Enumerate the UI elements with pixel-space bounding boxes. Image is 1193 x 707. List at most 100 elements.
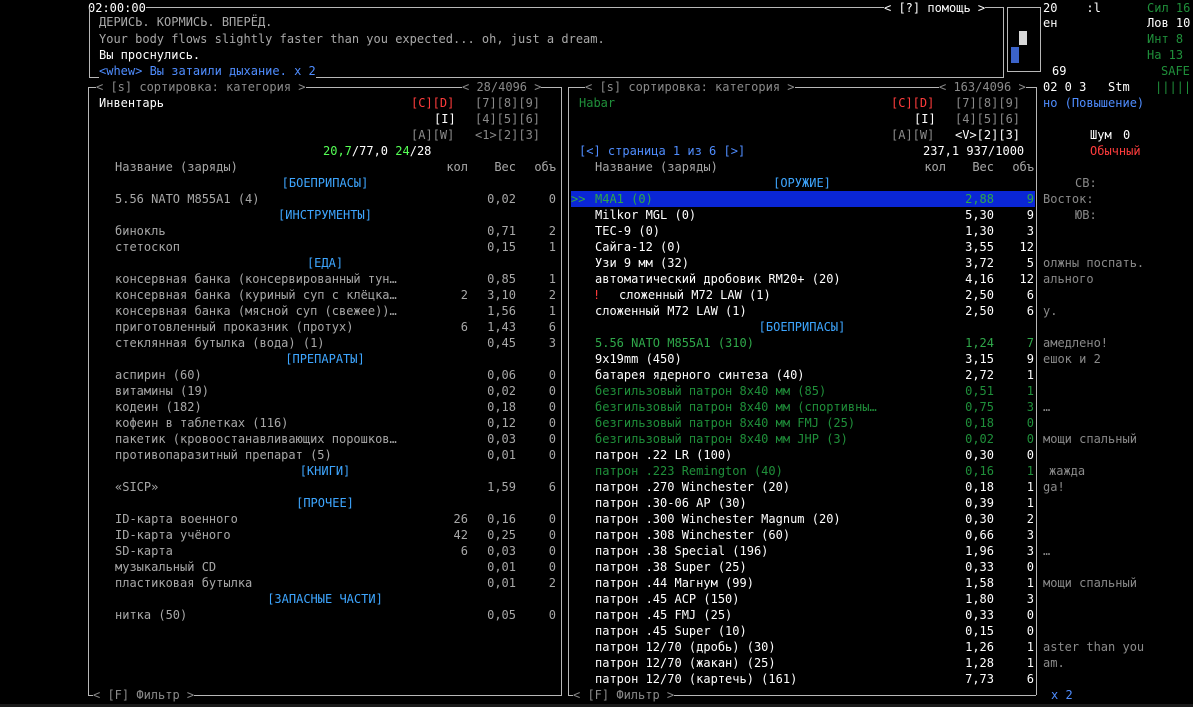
item-name: патрон .300 Winchester Magnum (20) (595, 512, 841, 526)
item-name: SD-карта (115, 544, 173, 558)
item-weight: 0,06 (487, 368, 516, 382)
container-keys[interactable]: [C][D] (411, 95, 454, 111)
item-weight: 1,58 (965, 576, 994, 590)
item-weight: 0,12 (487, 416, 516, 430)
item-name: безгильзовый патрон 8x40 мм JHP (3) (595, 432, 848, 446)
log-fragment: амедлено! (1043, 336, 1109, 350)
direction-keys-top[interactable]: [7][8][9] (475, 95, 540, 111)
scroll-thumb[interactable] (1019, 31, 1027, 45)
inventory-key[interactable]: [I] (434, 111, 456, 127)
item-volume: 7 (1026, 336, 1034, 350)
item-volume: 12 (1019, 240, 1034, 254)
item-volume: 1 (1026, 464, 1034, 478)
item-name: нитка (50) (115, 608, 188, 622)
item-weight: 0,30 (965, 512, 994, 526)
item-name: патрон .38 Super (25) (595, 560, 747, 574)
item-name: патрон .38 Special (196) (595, 544, 769, 558)
item-name: 9x19mm (450) (595, 352, 682, 366)
item-weight: 1,80 (965, 592, 994, 606)
item-volume: 9 (1026, 192, 1034, 206)
item-volume: 3 (1026, 528, 1034, 542)
item-volume: 0 (548, 384, 556, 398)
help-button[interactable]: < [?] помощь > (884, 0, 986, 16)
weight-current: 20,7 (323, 144, 352, 158)
item-name: стетоскоп (115, 240, 181, 254)
item-volume: 0 (548, 448, 556, 462)
item-weight: 3,10 (487, 288, 516, 302)
log-fragment: мощи спальный (1043, 576, 1137, 590)
column-header-weight: Вес (494, 160, 516, 174)
item-weight: 1,24 (965, 336, 994, 350)
item-name: M4A1 (0) (595, 192, 653, 206)
item-weight: 1,56 (487, 304, 516, 318)
log-fragment: am. (1043, 656, 1065, 670)
log-fragment: … (1043, 400, 1051, 414)
item-name: кодеин (182) (115, 400, 202, 414)
item-volume: 1 (1026, 576, 1034, 590)
item-weight: 1,28 (965, 656, 994, 670)
inventory-key[interactable]: [I] (914, 111, 936, 127)
direction-keys-top[interactable]: [7][8][9] (955, 95, 1020, 111)
item-quantity: 42 (453, 528, 468, 542)
item-name: Узи 9 мм (32) (595, 256, 689, 270)
item-name: аспирин (60) (115, 368, 202, 382)
page-navigator[interactable]: [<] страница 1 из 6 [>] (579, 143, 745, 159)
item-weight: 0,66 (965, 528, 994, 542)
item-name: противопаразитный препарат (5) (115, 448, 332, 462)
message-line: <whew> Вы затаили дыхание. x 2 (99, 63, 316, 79)
item-volume: 0 (548, 608, 556, 622)
safe-mode-indicator: SAFE (1161, 64, 1190, 78)
item-weight: 0,18 (965, 416, 994, 430)
item-name: патрон .22 LR (100) (595, 448, 733, 462)
item-weight: 0,15 (965, 624, 994, 638)
worn-keys[interactable]: [A][W] (891, 127, 934, 143)
direction-keys-mid[interactable]: [4][5][6] (955, 111, 1020, 127)
direction-keys-mid[interactable]: [4][5][6] (475, 111, 540, 127)
item-weight: 2,88 (965, 192, 994, 206)
item-volume: 9 (1026, 352, 1034, 366)
worn-keys[interactable]: [A][W] (411, 127, 454, 143)
container-keys[interactable]: [C][D] (891, 95, 934, 111)
volume-current: 24 (395, 144, 410, 158)
item-name: патрон .44 Магнум (99) (595, 576, 754, 590)
stat-per: На 13 (1147, 48, 1184, 62)
item-weight: 0,01 (487, 560, 516, 574)
sort-button[interactable]: < [s] сортировка: категория > (585, 79, 795, 95)
item-weight: 0,51 (965, 384, 994, 398)
sort-button[interactable]: < [s] сортировка: категория > (96, 79, 306, 95)
item-name: безгильзовый патрон 8x40 мм (спортивны… (595, 400, 877, 414)
item-volume: 0 (548, 416, 556, 430)
item-name: сложенный M72 LAW (1) (619, 288, 771, 302)
column-header-weight: Вес (972, 160, 994, 174)
filter-button[interactable]: < [F] Фильтр > (93, 687, 195, 703)
item-volume: 1 (548, 240, 556, 254)
item-name: батарея ядерного синтеза (40) (595, 368, 805, 382)
item-volume: 0 (1026, 448, 1034, 462)
column-header-volume: объ (1012, 160, 1034, 174)
direction-keys-bottom[interactable]: <V>[2][3] (955, 127, 1020, 143)
item-volume: 3 (1026, 544, 1034, 558)
item-weight: 0,01 (487, 448, 516, 462)
item-name: патрон 12/70 (жакан) (25) (595, 656, 776, 670)
item-volume: 6 (1026, 288, 1034, 302)
scroll-track (1011, 47, 1019, 63)
direction-keys-bottom[interactable]: <1>[2][3] (475, 127, 540, 143)
item-quantity: 26 (453, 512, 468, 526)
item-name: ID-карта учёного (115, 528, 231, 542)
log-fragment: мощи спальный (1043, 432, 1137, 446)
item-weight: 0,05 (487, 608, 516, 622)
item-volume: 1 (1026, 640, 1034, 654)
item-volume: 1 (1026, 384, 1034, 398)
item-name: патрон 12/70 (дробь) (30) (595, 640, 776, 654)
item-volume: 0 (548, 432, 556, 446)
item-name: консервная банка (куриный суп с клёцка… (115, 288, 397, 302)
item-name: патрон .45 ACP (150) (595, 592, 740, 606)
item-name: музыкальный CD (115, 560, 217, 574)
item-volume: 6 (1026, 304, 1034, 318)
sidebar-value: 20 :l (1043, 1, 1101, 15)
log-fragment: aster than you (1043, 640, 1145, 654)
weight-volume: 237,1 937/1000 (923, 144, 1025, 158)
item-weight: 0,33 (965, 560, 994, 574)
category-header: [БОЕПРИПАСЫ] (281, 176, 369, 190)
filter-button[interactable]: < [F] Фильтр > (573, 687, 675, 703)
